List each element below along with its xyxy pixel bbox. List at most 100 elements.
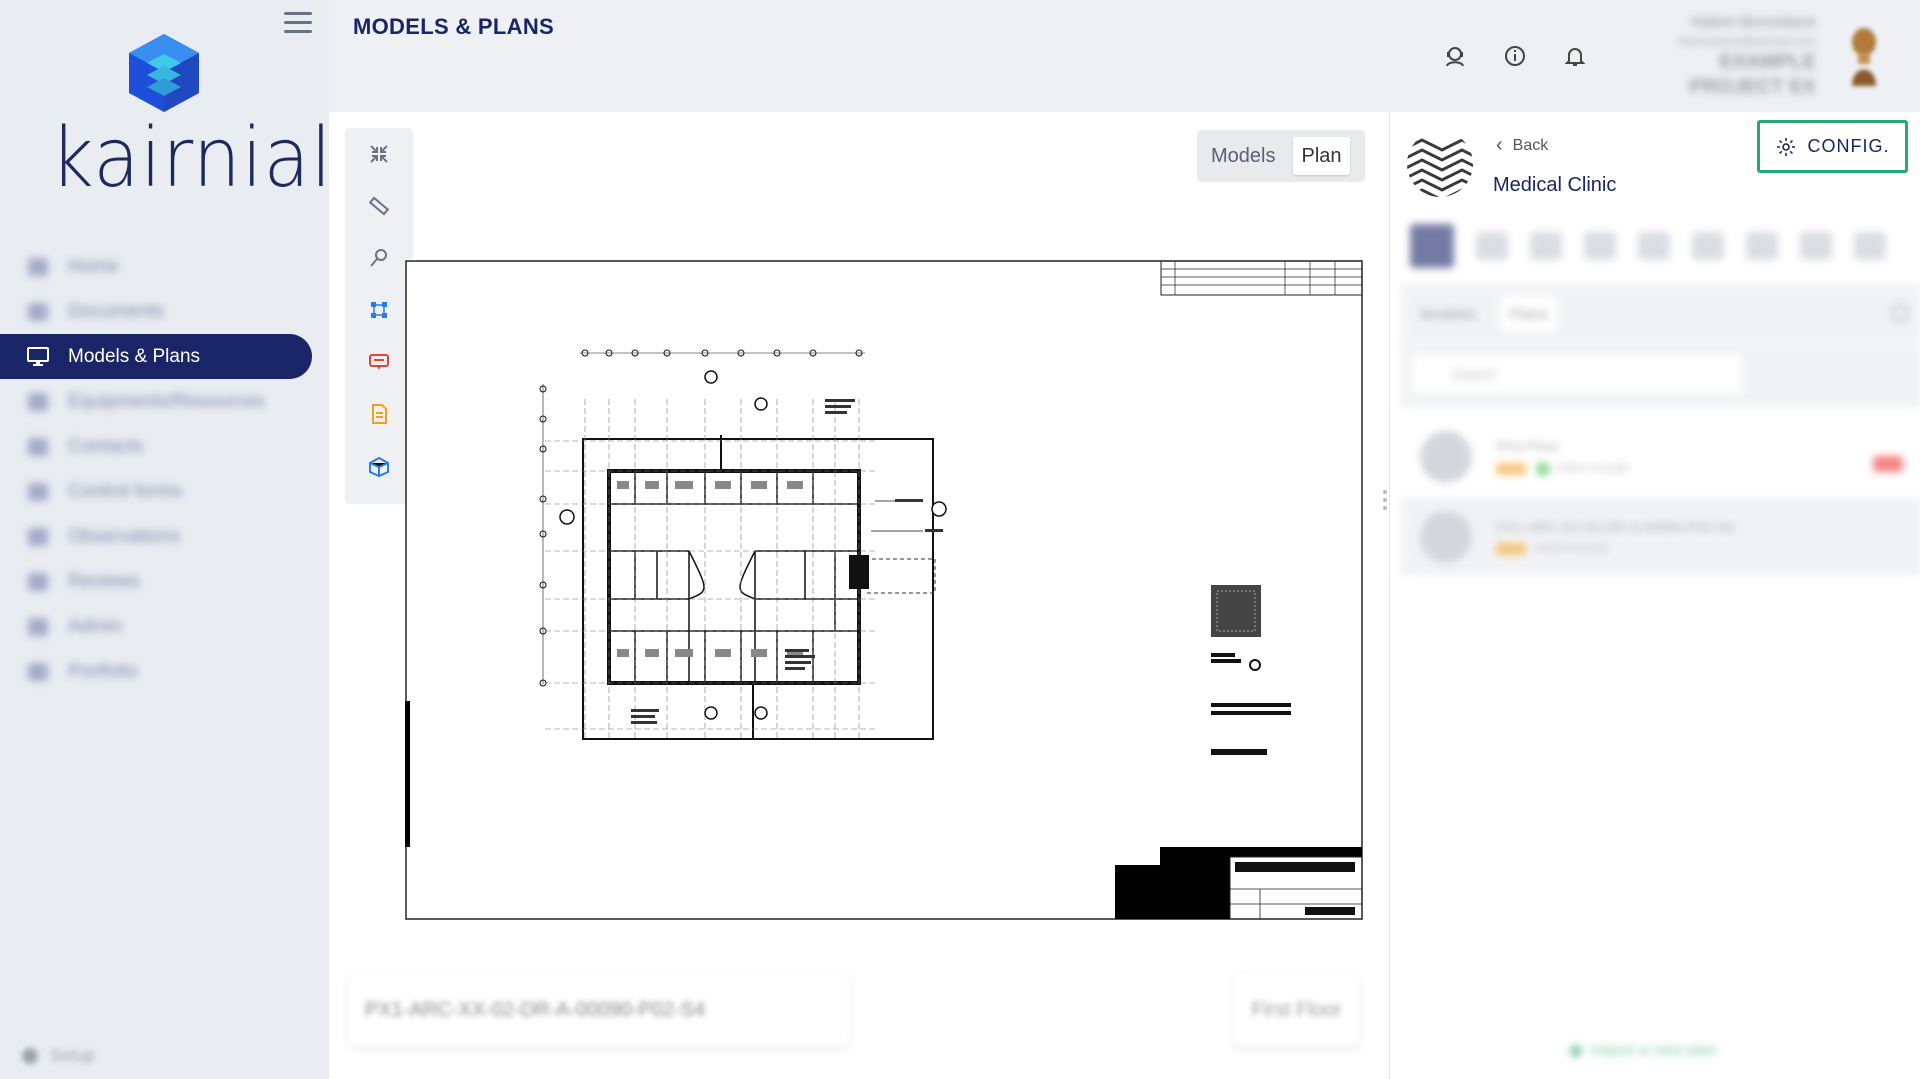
- kairnial-logo-icon: [129, 34, 199, 112]
- kairnial-wordmark: kairnial: [50, 111, 333, 206]
- collapse-icon[interactable]: [345, 128, 413, 180]
- back-label: Back: [1512, 136, 1549, 154]
- measure-icon[interactable]: [1638, 232, 1670, 260]
- user-email: hbenzidane@kairnial.com: [1677, 34, 1816, 48]
- bim-connect-icon[interactable]: [345, 284, 413, 336]
- report-icon[interactable]: [345, 388, 413, 440]
- sidebar-nav: Home Documents Models & Plans Equipments…: [0, 244, 329, 694]
- plans-search-input[interactable]: Search: [1412, 354, 1742, 394]
- view-mode-toggle: Models Plan: [1197, 130, 1365, 182]
- status-badge: [1873, 456, 1903, 472]
- orange-tag: [1496, 463, 1526, 475]
- plan-toggle-button[interactable]: Plan: [1293, 137, 1350, 175]
- sidebar-item-admin[interactable]: Admin: [0, 604, 329, 649]
- sidebar-item-observations[interactable]: Observations: [0, 514, 329, 559]
- form-icon: [26, 481, 50, 503]
- support-icon[interactable]: [1443, 44, 1467, 68]
- plan-thumbnail: [1420, 511, 1472, 563]
- sidebar-item-label: Admin: [68, 615, 122, 637]
- grid-icon[interactable]: [1854, 232, 1886, 260]
- setup-label: Setup: [50, 1046, 95, 1065]
- equipment-icon: [26, 391, 50, 413]
- sidebar-item-reviews[interactable]: Reviews: [0, 559, 329, 604]
- contacts-icon: [26, 436, 50, 458]
- project-name-line1: EXAMPLE: [1719, 51, 1816, 73]
- search-icon[interactable]: [1891, 304, 1909, 322]
- observation-icon: [26, 526, 50, 548]
- plan-name-field[interactable]: PX1-ARC-XX-02-DR-A-00090-P02-S4: [349, 974, 849, 1046]
- tab-models[interactable]: Modèles: [1410, 296, 1487, 332]
- review-icon: [26, 571, 50, 593]
- user-name: Hakim Benzidane: [1690, 14, 1816, 31]
- floor-plan-drawing[interactable]: [405, 259, 1365, 924]
- bell-icon[interactable]: [1563, 44, 1587, 68]
- plans-tab-icon[interactable]: [1410, 224, 1454, 268]
- project-name: Medical Clinic: [1493, 174, 1617, 196]
- panel-resize-handle[interactable]: [1383, 490, 1387, 518]
- sidebar-item-label: Documents: [68, 300, 165, 322]
- user-avatar[interactable]: [1844, 26, 1884, 88]
- sidebar-item-home[interactable]: Home: [0, 244, 329, 289]
- sidebar-item-control-forms[interactable]: Control forms: [0, 469, 329, 514]
- plan-title: First Floor: [1496, 438, 1559, 454]
- annotation-icon[interactable]: [345, 336, 413, 388]
- ruler-icon[interactable]: [345, 180, 413, 232]
- portfolio-icon: [26, 661, 50, 683]
- config-button[interactable]: CONFIG.: [1757, 120, 1908, 173]
- filter-icon[interactable]: [1476, 232, 1508, 260]
- sidebar: kairnial Home Documents Models & Plans E…: [0, 0, 332, 1079]
- plan-tag-text: FIRST FLOOR: [1536, 543, 1609, 555]
- viewer-toolbar: [345, 128, 413, 504]
- models-toggle-button[interactable]: Models: [1203, 137, 1283, 175]
- page-title: MODELS & PLANS: [353, 14, 554, 39]
- info-icon[interactable]: [1503, 44, 1527, 68]
- pin-icon[interactable]: [345, 232, 413, 284]
- plan-tag-text: FIRST FLOOR: [1556, 463, 1629, 475]
- plan-viewer[interactable]: Models Plan PX1-ARC-XX-02-DR-A-00090-P02…: [329, 112, 1389, 1079]
- import-label: Import a new plan: [1590, 1042, 1718, 1059]
- level-button[interactable]: First Floor: [1234, 974, 1359, 1046]
- sidebar-item-label: Models & Plans: [68, 345, 201, 367]
- setup-link[interactable]: Setup: [22, 1046, 94, 1066]
- import-plan-link[interactable]: Import a new plan: [1570, 1042, 1717, 1060]
- gear-icon: [22, 1048, 38, 1064]
- plan-thumbnail: [1420, 431, 1472, 483]
- user-project-block[interactable]: Hakim Benzidane hbenzidane@kairnial.com …: [1678, 14, 1816, 98]
- plan-title: PX1-ARC-XX-02-DR-A-00090-P02-S4: [1496, 519, 1735, 535]
- plan-list-item[interactable]: First Floor FIRST FLOOR: [1400, 418, 1920, 496]
- sidebar-item-label: Reviews: [68, 570, 140, 592]
- menu-toggle-icon[interactable]: [284, 12, 312, 34]
- panel-tool-icons: [1410, 222, 1910, 270]
- sidebar-item-contacts[interactable]: Contacts: [0, 424, 329, 469]
- sidebar-item-documents[interactable]: Documents: [0, 289, 329, 334]
- plan-list-item-selected[interactable]: PX1-ARC-XX-02-DR-A-00090-P02-S4 FIRST FL…: [1400, 498, 1920, 576]
- comment-icon[interactable]: [1530, 232, 1562, 260]
- project-name-line2: PROJECT EX: [1689, 76, 1816, 98]
- plus-icon: [1570, 1045, 1582, 1057]
- sidebar-item-portfolio[interactable]: Portfolio: [0, 649, 329, 694]
- sidebar-item-label: Portfolio: [68, 660, 138, 682]
- document-icon[interactable]: [1692, 232, 1724, 260]
- project-logo: [1407, 138, 1473, 197]
- home-icon: [26, 256, 50, 278]
- document-icon: [26, 301, 50, 323]
- admin-icon: [26, 616, 50, 638]
- sidebar-item-equipments[interactable]: Equipments/Resources: [0, 379, 329, 424]
- sidebar-item-label: Equipments/Resources: [68, 390, 265, 412]
- settings-icon[interactable]: [1800, 232, 1832, 260]
- package-icon[interactable]: [345, 440, 413, 492]
- sidebar-item-label: Contacts: [68, 435, 143, 457]
- sidebar-item-models-plans[interactable]: Models & Plans: [0, 334, 312, 379]
- plans-side-panel: ‹ Back Medical Clinic CONFIG. Modèles Pla…: [1389, 112, 1920, 1079]
- layers-icon[interactable]: [1584, 232, 1616, 260]
- tab-plans[interactable]: Plans: [1500, 296, 1558, 332]
- back-button[interactable]: ‹ Back: [1496, 134, 1548, 157]
- sidebar-item-label: Observations: [68, 525, 180, 547]
- config-label: CONFIG.: [1807, 136, 1890, 156]
- gear-icon: [1776, 137, 1795, 156]
- status-dot: [1536, 462, 1550, 476]
- cloud-icon[interactable]: [1746, 232, 1778, 260]
- plans-search-area: Search: [1400, 344, 1920, 408]
- sidebar-item-label: Control forms: [68, 480, 183, 502]
- monitor-icon: [26, 346, 50, 368]
